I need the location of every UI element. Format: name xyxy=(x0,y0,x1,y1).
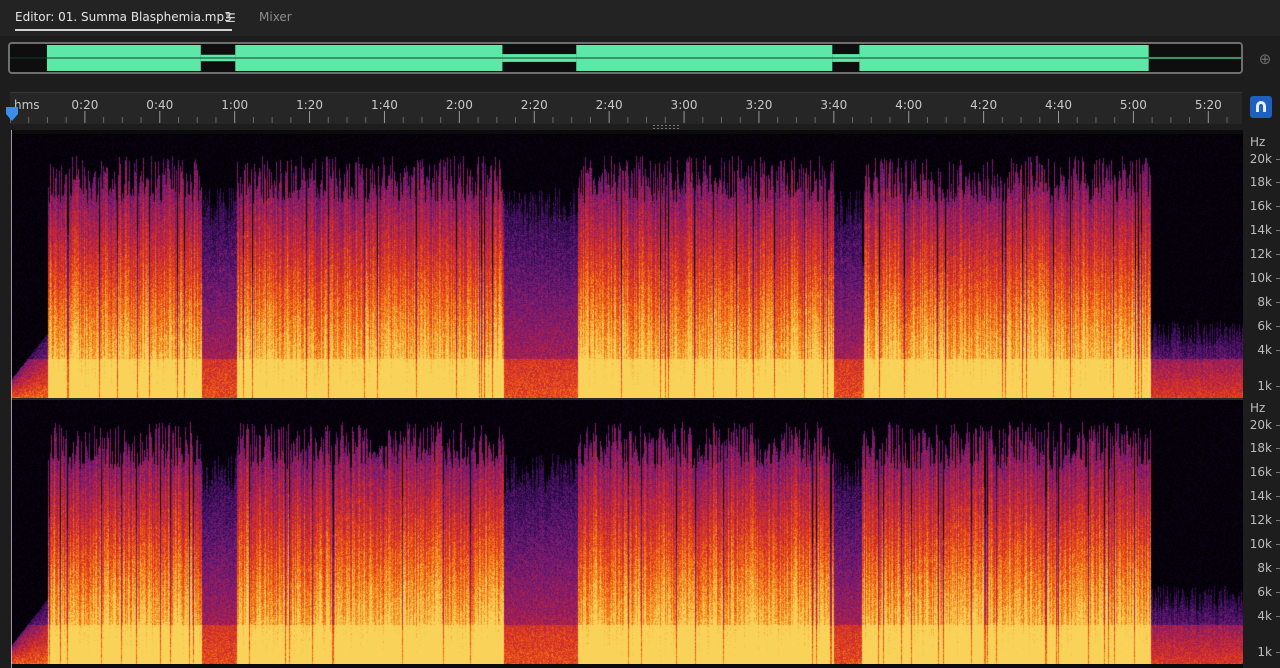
hz-scale-label: 10k xyxy=(1249,271,1272,286)
zoom-to-selection-icon[interactable]: ⊕ xyxy=(1255,50,1275,68)
hz-scale-label: 20k xyxy=(1249,151,1272,166)
hz-scale-label: 18k xyxy=(1249,175,1272,190)
spectrogram-channel-left[interactable] xyxy=(11,134,1243,398)
ruler-tick-label: 2:20 xyxy=(520,98,548,112)
hz-scale-tick xyxy=(1276,278,1280,280)
ruler-tick-label: 2:00 xyxy=(445,98,473,112)
overview-waveform xyxy=(10,44,1241,72)
tab-editor[interactable]: Editor: 01. Summa Blasphemia.mp3 xyxy=(15,10,232,31)
ruler-tick-label: 1:20 xyxy=(296,98,324,112)
hz-scale-tick xyxy=(1276,254,1280,256)
hz-scale-label: 12k xyxy=(1249,513,1272,528)
hz-scale-label: 10k xyxy=(1249,537,1272,552)
ruler-tick-label: 4:20 xyxy=(970,98,998,112)
hz-scale-label: 4k xyxy=(1257,609,1272,624)
ruler-tick-label: 3:20 xyxy=(745,98,773,112)
hz-scale-tick xyxy=(1276,326,1280,328)
magnet-icon[interactable] xyxy=(1250,96,1272,118)
hz-scale-label: 8k xyxy=(1257,561,1272,576)
hz-scale-tick xyxy=(1276,568,1280,570)
time-ruler[interactable]: hms 0:20 0:40 1:00 1:20 1:40 2:00 2:20 2:40 3:00… xyxy=(10,92,1242,124)
hz-unit-label: Hz xyxy=(1250,401,1266,415)
hz-scale-tick xyxy=(1276,386,1280,388)
frequency-scale-right: Hz 20k 18k 16k 14k 12k 10k 8k 6k 4k 1k xyxy=(1243,396,1280,662)
hz-scale-tick xyxy=(1276,158,1280,160)
hz-scale-tick xyxy=(1276,496,1280,498)
hz-scale-tick xyxy=(1276,230,1280,232)
hz-scale-tick xyxy=(1276,206,1280,208)
hz-scale-tick xyxy=(1276,350,1280,352)
hz-scale-tick xyxy=(1276,448,1280,450)
ruler-tick-label: 0:20 xyxy=(71,98,99,112)
hz-scale-label: 18k xyxy=(1249,441,1272,456)
hz-scale-label: 6k xyxy=(1257,319,1272,334)
ruler-tick-label: 4:00 xyxy=(895,98,923,112)
hz-scale-label: 4k xyxy=(1257,343,1272,358)
hz-scale-tick xyxy=(1276,182,1280,184)
hz-scale-tick xyxy=(1276,424,1280,426)
waveform-overview[interactable] xyxy=(8,42,1243,74)
hz-scale-tick xyxy=(1276,520,1280,522)
hz-scale-tick xyxy=(1276,544,1280,546)
ruler-tick-label: 5:00 xyxy=(1119,98,1147,112)
spectral-frequency-display[interactable] xyxy=(11,130,1243,668)
hz-scale-tick xyxy=(1276,652,1280,654)
ruler-tick-label: 3:00 xyxy=(670,98,698,112)
ruler-tick-label: 5:20 xyxy=(1194,98,1222,112)
hz-scale-label: 20k xyxy=(1249,417,1272,432)
hz-scale-label: 14k xyxy=(1249,489,1272,504)
hz-scale-label: 12k xyxy=(1249,247,1272,262)
hz-scale-label: 6k xyxy=(1257,585,1272,600)
playhead-line xyxy=(11,130,12,668)
hz-scale-label: 1k xyxy=(1257,379,1272,394)
hz-scale-label: 16k xyxy=(1249,465,1272,480)
hz-scale-tick xyxy=(1276,616,1280,618)
hz-scale-tick xyxy=(1276,592,1280,594)
hz-scale-tick xyxy=(1276,472,1280,474)
tab-mixer[interactable]: Mixer xyxy=(259,10,292,24)
editor-tab-bar: Editor: 01. Summa Blasphemia.mp3 ☰ Mixer xyxy=(0,0,1280,36)
spectrogram-channel-right[interactable] xyxy=(11,400,1243,664)
tab-menu-icon[interactable]: ☰ xyxy=(225,11,236,25)
ruler-tick-label: 4:40 xyxy=(1045,98,1072,112)
hz-scale-label: 14k xyxy=(1249,223,1272,238)
hz-unit-label: Hz xyxy=(1250,135,1266,149)
ruler-tick-label: 0:40 xyxy=(146,98,174,112)
hz-scale-label: 8k xyxy=(1257,295,1272,310)
hz-scale-label: 16k xyxy=(1249,199,1272,214)
ruler-tick-label: 1:40 xyxy=(370,98,398,112)
ruler-tick-label: 2:40 xyxy=(595,98,623,112)
ruler-tick-label: 3:40 xyxy=(820,98,848,112)
playhead-marker[interactable] xyxy=(6,107,18,121)
hz-scale-label: 1k xyxy=(1257,645,1272,660)
ruler-tick-label: 1:00 xyxy=(221,98,249,112)
hz-scale-tick xyxy=(1276,302,1280,304)
frequency-scale-left: Hz 20k 18k 16k 14k 12k 10k 8k 6k 4k 1k xyxy=(1243,130,1280,396)
